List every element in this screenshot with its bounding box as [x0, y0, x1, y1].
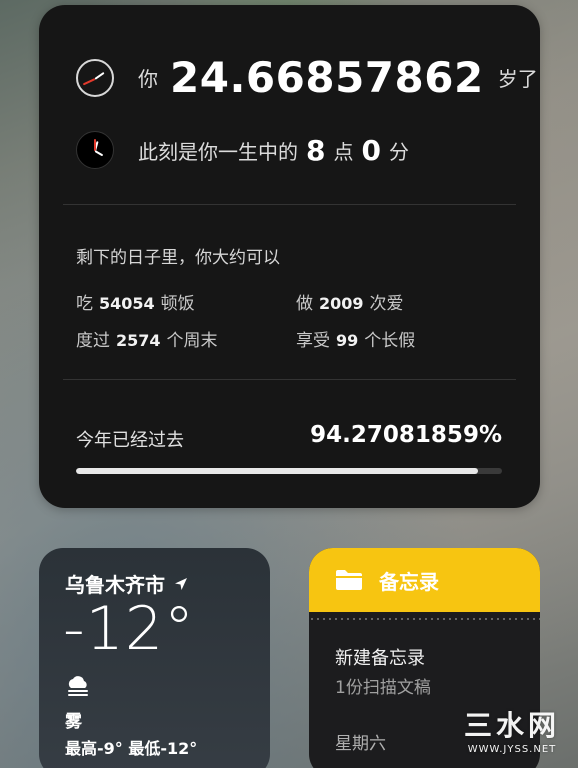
age-value: 24.66857862: [170, 53, 484, 102]
age-prefix: 你: [138, 67, 158, 91]
year-percent: 94.27081859%: [310, 422, 502, 448]
stat-meals: 吃 54054 顿饭: [76, 294, 195, 314]
watermark-logo-text: 三水网: [463, 709, 560, 742]
notes-title: 备忘录: [379, 569, 439, 594]
location-arrow-icon: [175, 577, 187, 590]
stat-weekends: 度过 2574 个周末: [76, 331, 218, 351]
weather-condition: 雾: [65, 712, 82, 732]
temperature: -12°: [63, 594, 195, 664]
note-subtitle: 1份扫描文稿: [335, 678, 431, 698]
dotted-divider: [309, 618, 540, 620]
high-low-temperature: 最高-9° 最低-12°: [65, 739, 198, 758]
moment-hour-unit: 点: [333, 139, 354, 164]
watermark-url: WWW.JYSS.NET: [467, 744, 557, 755]
fog-cloud-icon: [68, 676, 88, 696]
moment-hour: 8: [306, 133, 326, 167]
site-watermark: 三水网 WWW.JYSS.NET: [464, 704, 560, 755]
year-label: 今年已经过去: [76, 430, 184, 451]
notes-header: 备忘录: [309, 548, 540, 612]
clock-icon: [76, 58, 114, 97]
remaining-title: 剩下的日子里，你大约可以: [76, 248, 280, 268]
weather-widget[interactable]: 乌鲁木齐市 -12° 雾 最高-9° 最低-12°: [39, 548, 270, 768]
age-suffix: 岁了: [497, 67, 538, 91]
life-progress-widget[interactable]: 你 24.66857862 岁了 此刻是你一生中的 8 点 0 分 剩下的日子里…: [39, 5, 540, 508]
moment-row: 此刻是你一生中的 8 点 0 分: [76, 131, 409, 169]
stat-holidays: 享受 99 个长假: [296, 331, 416, 351]
divider: [63, 379, 516, 380]
moment-minute-unit: 分: [388, 139, 409, 164]
divider: [63, 204, 516, 205]
moment-minute: 0: [361, 133, 381, 167]
clock-face-icon: [76, 131, 114, 169]
note-date: 星期六: [335, 734, 386, 754]
year-progress-fill: [76, 468, 478, 474]
year-progress-bar: [76, 468, 502, 474]
stat-love: 做 2009 次爱: [296, 294, 404, 314]
moment-prefix: 此刻是你一生中的: [138, 139, 298, 164]
note-title[interactable]: 新建备忘录: [335, 644, 425, 670]
age-row: 你 24.66857862 岁了: [76, 53, 538, 102]
folder-icon: [336, 570, 362, 590]
